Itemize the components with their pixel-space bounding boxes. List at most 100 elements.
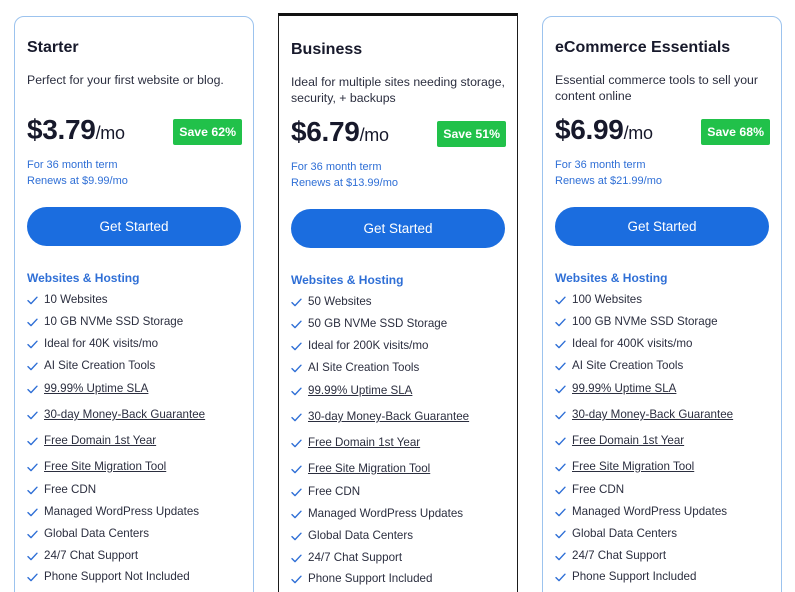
check-icon <box>291 464 302 474</box>
feature-item: 50 GB NVMe SSD Storage <box>291 317 516 339</box>
feature-label: Managed WordPress Updates <box>44 505 200 518</box>
feature-label[interactable]: Free Site Migration Tool <box>572 460 694 473</box>
feature-label[interactable]: 30-day Money-Back Guarantee <box>308 410 469 423</box>
price: $6.79/mo <box>291 116 389 148</box>
check-icon <box>291 553 302 563</box>
plan-card-business: Business Ideal for multiple sites needin… <box>278 13 518 592</box>
feature-label: Phone Support Not Included <box>44 570 190 583</box>
check-icon <box>291 319 302 329</box>
check-icon <box>555 295 566 305</box>
feature-label: 50 GB NVMe SSD Storage <box>308 317 448 330</box>
check-icon <box>555 410 566 420</box>
plan-name: Business <box>291 41 363 58</box>
feature-item[interactable]: Free Domain 1st Year <box>555 434 780 460</box>
save-badge: Save 62% <box>173 119 242 145</box>
feature-label: Ideal for 400K visits/mo <box>572 337 693 350</box>
check-icon <box>291 438 302 448</box>
check-icon <box>555 485 566 495</box>
price-period: /mo <box>95 123 125 143</box>
feature-item: Ideal for 400K visits/mo <box>555 337 780 359</box>
check-icon <box>291 363 302 373</box>
check-icon <box>555 384 566 394</box>
save-badge: Save 68% <box>701 119 770 145</box>
feature-item[interactable]: 99.99% Uptime SLA <box>555 382 780 408</box>
feature-item[interactable]: 99.99% Uptime SLA <box>27 382 252 408</box>
get-started-button[interactable]: Get Started <box>291 209 505 248</box>
feature-label[interactable]: Free Site Migration Tool <box>308 462 430 475</box>
feature-item[interactable]: Free Domain 1st Year <box>291 436 516 462</box>
feature-label: AI Site Creation Tools <box>44 359 156 372</box>
feature-label: 24/7 Chat Support <box>572 549 667 562</box>
check-icon <box>555 529 566 539</box>
term-info: For 36 month term Renews at $21.99/mo <box>555 157 662 189</box>
check-icon <box>291 341 302 351</box>
feature-label: Ideal for 200K visits/mo <box>308 339 429 352</box>
feature-item: AI Site Creation Tools <box>555 359 780 382</box>
price-amount: $3.79 <box>27 114 96 145</box>
feature-item: Free CDN <box>555 483 780 505</box>
price-row: $6.99/mo Save 68% <box>555 114 770 150</box>
plan-description: Essential commerce tools to sell your co… <box>555 73 758 103</box>
check-icon <box>27 361 38 371</box>
check-icon <box>27 485 38 495</box>
term-info: For 36 month term Renews at $9.99/mo <box>27 157 128 189</box>
feature-list: 50 Websites 50 GB NVMe SSD Storage Ideal f… <box>291 295 516 592</box>
check-icon <box>291 487 302 497</box>
feature-label[interactable]: Free Site Migration Tool <box>44 460 166 473</box>
feature-item[interactable]: 30-day Money-Back Guarantee <box>555 408 780 434</box>
feature-item: 10 GB NVMe SSD Storage <box>27 315 252 337</box>
feature-item[interactable]: 30-day Money-Back Guarantee <box>27 408 252 434</box>
check-icon <box>555 317 566 327</box>
feature-label[interactable]: 30-day Money-Back Guarantee <box>44 408 205 421</box>
feature-label[interactable]: 99.99% Uptime SLA <box>572 382 676 395</box>
price-amount: $6.99 <box>555 114 624 145</box>
feature-label: 10 GB NVMe SSD Storage <box>44 315 184 328</box>
get-started-button[interactable]: Get Started <box>27 207 241 246</box>
feature-item[interactable]: Free Site Migration Tool <box>291 462 516 485</box>
check-icon <box>555 507 566 517</box>
feature-label: 100 GB NVMe SSD Storage <box>572 315 718 328</box>
feature-item[interactable]: 30-day Money-Back Guarantee <box>291 410 516 436</box>
price: $3.79/mo <box>27 114 125 146</box>
feature-label: Global Data Centers <box>308 529 414 542</box>
feature-item: Phone Support Included <box>291 572 516 592</box>
check-icon <box>27 410 38 420</box>
feature-label[interactable]: Free Domain 1st Year <box>572 434 684 447</box>
feature-item[interactable]: 99.99% Uptime SLA <box>291 384 516 410</box>
price-row: $6.79/mo Save 51% <box>291 116 506 152</box>
feature-item[interactable]: Free Site Migration Tool <box>555 460 780 483</box>
feature-label[interactable]: Free Domain 1st Year <box>44 434 156 447</box>
feature-item: Global Data Centers <box>27 527 252 549</box>
price: $6.99/mo <box>555 114 653 146</box>
feature-item: AI Site Creation Tools <box>291 361 516 384</box>
feature-label[interactable]: 99.99% Uptime SLA <box>308 384 412 397</box>
feature-item[interactable]: Free Domain 1st Year <box>27 434 252 460</box>
feature-label: 24/7 Chat Support <box>308 551 403 564</box>
feature-item[interactable]: Free Site Migration Tool <box>27 460 252 483</box>
feature-item: 24/7 Chat Support <box>291 551 516 572</box>
feature-label: Free CDN <box>44 483 97 496</box>
check-icon <box>555 572 566 582</box>
feature-label: Global Data Centers <box>572 527 678 540</box>
feature-label[interactable]: 99.99% Uptime SLA <box>44 382 148 395</box>
feature-item: Phone Support Included <box>555 570 780 591</box>
price-row: $3.79/mo Save 62% <box>27 114 242 150</box>
feature-label: Global Data Centers <box>44 527 150 540</box>
plan-name: Starter <box>27 39 79 56</box>
feature-item: 24/7 Chat Support <box>27 549 252 570</box>
feature-label: Free CDN <box>308 485 361 498</box>
feature-label[interactable]: Free Domain 1st Year <box>308 436 420 449</box>
get-started-button[interactable]: Get Started <box>555 207 769 246</box>
feature-label: 24/7 Chat Support <box>44 549 139 562</box>
plan-description: Perfect for your first website or blog. <box>27 73 224 87</box>
feature-item: Managed WordPress Updates <box>291 507 516 529</box>
term-length: For 36 month term <box>555 159 646 171</box>
check-icon <box>555 361 566 371</box>
feature-label: 100 Websites <box>572 293 643 306</box>
price-amount: $6.79 <box>291 116 360 147</box>
plan-description: Ideal for multiple sites needing storage… <box>291 75 505 105</box>
feature-item: Free CDN <box>291 485 516 507</box>
price-period: /mo <box>623 123 653 143</box>
feature-label[interactable]: 30-day Money-Back Guarantee <box>572 408 733 421</box>
feature-label: 10 Websites <box>44 293 108 306</box>
